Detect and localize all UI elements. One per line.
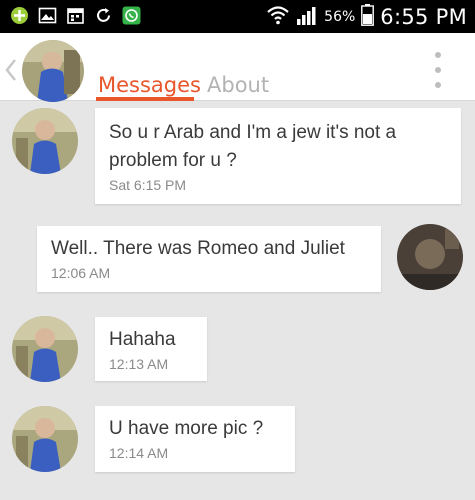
gallery-icon bbox=[38, 6, 57, 25]
message-timestamp: 12:14 AM bbox=[109, 445, 169, 461]
my-avatar[interactable] bbox=[397, 224, 463, 290]
signal-icon bbox=[296, 4, 318, 30]
wifi-icon bbox=[266, 4, 290, 30]
sync-icon bbox=[94, 6, 113, 25]
match-avatar[interactable] bbox=[22, 40, 84, 102]
sender-avatar[interactable] bbox=[12, 316, 78, 382]
status-bar: 56% 6:55 PM bbox=[0, 0, 475, 33]
notification-icons bbox=[10, 6, 141, 25]
clock: 6:55 PM bbox=[380, 5, 467, 29]
message-bubble: U have more pic ? 12:14 AM bbox=[95, 406, 295, 472]
message-text: So u r Arab and I'm a jew it's not a pro… bbox=[109, 122, 397, 171]
battery-percent: 56% bbox=[324, 9, 356, 25]
calendar-icon bbox=[66, 6, 85, 25]
more-options-icon[interactable] bbox=[433, 52, 443, 88]
battery-icon bbox=[361, 4, 375, 30]
message-bubble: Hahaha 12:13 AM bbox=[95, 317, 207, 381]
message-bubble: So u r Arab and I'm a jew it's not a pro… bbox=[95, 108, 461, 204]
message-timestamp: 12:13 AM bbox=[109, 356, 169, 372]
message-timestamp: Sat 6:15 PM bbox=[109, 177, 187, 193]
message-text: U have more pic ? bbox=[109, 418, 264, 439]
system-update-icon bbox=[10, 6, 29, 25]
message-text: Hahaha bbox=[109, 329, 176, 350]
message-text: Well.. There was Romeo and Juliet bbox=[51, 238, 345, 259]
whatsapp-icon bbox=[122, 6, 141, 25]
back-chevron-icon[interactable] bbox=[4, 57, 18, 87]
message-timestamp: 12:06 AM bbox=[51, 265, 111, 281]
tab-messages[interactable]: Messages bbox=[98, 73, 201, 97]
sender-avatar[interactable] bbox=[12, 108, 78, 174]
message-bubble: Well.. There was Romeo and Juliet 12:06 … bbox=[37, 226, 381, 292]
chat-header: Messages About bbox=[0, 33, 475, 102]
sender-avatar[interactable] bbox=[12, 406, 78, 472]
active-tab-indicator bbox=[96, 97, 194, 101]
tab-about[interactable]: About bbox=[207, 73, 269, 97]
